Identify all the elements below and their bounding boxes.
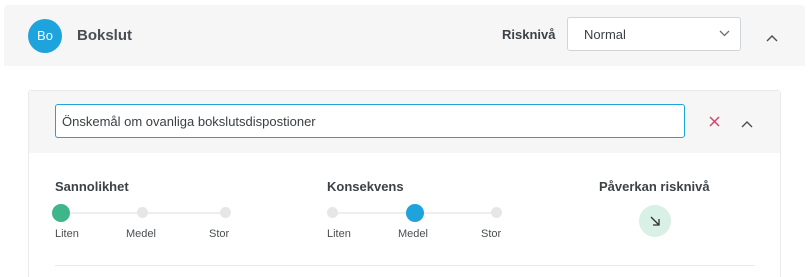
divider: [55, 265, 755, 266]
collapse-section-button[interactable]: [766, 29, 778, 47]
risk-card-header: [29, 91, 780, 153]
consequence-title: Konsekvens: [327, 179, 404, 194]
chevron-down-icon: [719, 30, 730, 37]
consequence-label-liten: Liten: [327, 228, 351, 240]
collapse-card-button[interactable]: [741, 115, 753, 133]
avatar: Bo: [28, 19, 62, 53]
probability-label-stor: Stor: [209, 228, 230, 240]
chevron-up-icon: [741, 121, 753, 128]
chevron-up-icon: [766, 35, 778, 42]
risk-description-input[interactable]: [55, 104, 685, 138]
probability-title: Sannolikhet: [55, 179, 129, 194]
probability-option-medel[interactable]: [137, 207, 148, 218]
consequence-option-medel[interactable]: [406, 204, 424, 222]
probability-option-liten[interactable]: [52, 204, 70, 222]
consequence-label-medel: Medel: [398, 228, 428, 240]
page-title: Bokslut: [77, 27, 133, 44]
risk-card: Sannolikhet Liten Medel Stor Konsekvens …: [28, 90, 781, 277]
consequence-option-stor[interactable]: [491, 207, 502, 218]
impact-indicator: [639, 205, 671, 237]
risk-area-container: Bo Bokslut Risknivå Normal Önskemål om o…: [4, 5, 805, 277]
risk-level-selected-value: Normal: [584, 27, 626, 42]
risk-level-select[interactable]: Normal: [567, 17, 741, 51]
clear-button[interactable]: [709, 114, 720, 132]
probability-option-stor[interactable]: [220, 207, 231, 218]
risk-area-header: Bo Bokslut Risknivå Normal: [4, 5, 805, 66]
close-icon: [709, 116, 720, 127]
risk-area-body: Sannolikhet Liten Medel Stor Konsekvens …: [4, 66, 805, 277]
impact-title: Påverkan risknivå: [599, 179, 710, 194]
probability-label-liten: Liten: [55, 228, 79, 240]
probability-label-medel: Medel: [126, 228, 156, 240]
risk-level-label: Risknivå: [502, 27, 556, 42]
arrow-down-right-icon: [650, 216, 660, 226]
consequence-label-stor: Stor: [481, 228, 502, 240]
consequence-option-liten[interactable]: [327, 207, 338, 218]
